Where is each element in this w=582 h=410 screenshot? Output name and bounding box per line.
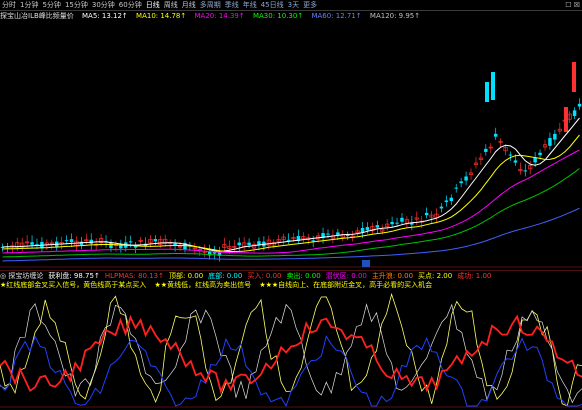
candle-body bbox=[553, 133, 557, 140]
sub-value-1: HLPMAS: 80.13↑ bbox=[104, 272, 164, 280]
candlestick-chart[interactable] bbox=[0, 22, 582, 268]
main-chart-header: 探宝山冶ILB峰比频量价 MA5: 13.12↑ MA10: 14.78↑ MA… bbox=[0, 11, 582, 21]
window-icons[interactable]: ☐ ☒ bbox=[565, 0, 580, 10]
candle-body bbox=[365, 227, 370, 231]
tab-9[interactable]: 多周期 bbox=[198, 0, 223, 10]
candle-body bbox=[538, 152, 542, 156]
legend-line-3: ★★★自线向上、在底部附近金叉，高手必看的买入机会 bbox=[259, 281, 433, 289]
candle-body bbox=[439, 206, 444, 209]
candle-body bbox=[508, 154, 513, 156]
ma10-line bbox=[2, 134, 580, 252]
candle-body bbox=[513, 160, 518, 163]
ma20-value: MA20: 14.39↑ bbox=[194, 12, 245, 20]
ma30-value: MA30: 10.30↑ bbox=[252, 12, 304, 20]
sub-value-2: 顶部: 0.00 bbox=[169, 272, 204, 280]
candle-body bbox=[64, 240, 69, 242]
candle-body bbox=[577, 103, 582, 107]
candle-body bbox=[395, 222, 399, 224]
sub-value-0: 获利盘: 98.75↑ bbox=[48, 272, 100, 280]
candle-body bbox=[311, 240, 315, 242]
candle-body bbox=[69, 239, 74, 243]
sub-value-9: 成功: 1.00 bbox=[457, 272, 492, 280]
indicator-title: 探宝山冶ILB峰比频量价 bbox=[0, 12, 74, 20]
candle-body bbox=[336, 232, 340, 235]
candle-body bbox=[523, 170, 528, 172]
candle-body bbox=[484, 148, 488, 152]
candle-body bbox=[247, 242, 251, 246]
candlestick-svg bbox=[0, 62, 582, 268]
candle-body bbox=[390, 221, 394, 225]
ma120-value: MA120: 9.95↑ bbox=[369, 12, 421, 20]
tab-10[interactable]: 季线 bbox=[223, 0, 241, 10]
sub-value-6: 潜伏区: 0.00 bbox=[325, 272, 367, 280]
candle-body bbox=[286, 239, 291, 241]
tab-8[interactable]: 月线 bbox=[180, 0, 198, 10]
candle-body bbox=[128, 241, 133, 243]
ma60-value: MA60: 12.71↑ bbox=[311, 12, 362, 20]
tab-5[interactable]: 60分钟 bbox=[117, 0, 144, 10]
tab-4[interactable]: 30分钟 bbox=[90, 0, 117, 10]
tab-2[interactable]: 5分钟 bbox=[40, 0, 62, 10]
tab-7[interactable]: 周线 bbox=[162, 0, 180, 10]
candle-body bbox=[444, 200, 449, 203]
candle-body bbox=[449, 197, 454, 202]
candle-body bbox=[360, 227, 365, 233]
candle-body bbox=[548, 138, 552, 146]
candle-body bbox=[237, 242, 241, 246]
candle-body bbox=[326, 233, 330, 235]
candle-body bbox=[459, 181, 463, 184]
candle-body bbox=[109, 242, 113, 248]
tab-14[interactable]: 更多 bbox=[301, 0, 319, 10]
cursor-marker bbox=[362, 260, 370, 267]
tab-12[interactable]: 45日线 bbox=[259, 0, 286, 10]
period-tab-bar: 分时 1分钟 5分钟 15分钟 30分钟 60分钟 日线 周线 月线 多周期 季线 年线 45日线 3天更… bbox=[0, 0, 582, 11]
tab-6[interactable]: 日线 bbox=[144, 0, 162, 10]
tab-11[interactable]: 年线 bbox=[241, 0, 259, 10]
tab-3[interactable]: 15分钟 bbox=[63, 0, 90, 10]
candle-body bbox=[464, 176, 468, 181]
candle-body bbox=[30, 242, 34, 245]
legend-line-2: ★★黄线低，红线高为卖出信号 bbox=[154, 281, 252, 289]
candle-body bbox=[572, 62, 576, 92]
ma20-line bbox=[2, 149, 580, 254]
sub-value-5: 卖出: 0.00 bbox=[286, 272, 321, 280]
ma30-line bbox=[2, 168, 580, 258]
tab-1[interactable]: 1分钟 bbox=[18, 0, 40, 10]
candle-body bbox=[491, 72, 495, 100]
candle-body bbox=[454, 187, 458, 189]
candle-body bbox=[485, 82, 489, 102]
candle-body bbox=[572, 110, 577, 116]
tab-13[interactable]: 3天 bbox=[286, 0, 301, 10]
sub-indicator-title: ◎ 探宝坊缠论 bbox=[0, 272, 44, 280]
legend-line-1: ★红线底部金叉买入信号，黄色线高于某点买入 bbox=[0, 281, 147, 289]
candle-body bbox=[400, 217, 404, 222]
candle-body bbox=[424, 212, 429, 216]
signal-legend: ★红线底部金叉买入信号，黄色线高于某点买入 ★★黄线低，红线高为卖出信号 ★★★… bbox=[0, 280, 582, 290]
sub-value-4: 买入: 0.00 bbox=[247, 272, 282, 280]
oscillator-white-line bbox=[0, 303, 582, 404]
tab-0[interactable]: 分时 bbox=[0, 0, 18, 10]
candle-body bbox=[493, 133, 498, 137]
sub-value-3: 底部: 0.00 bbox=[208, 272, 243, 280]
candle-body bbox=[564, 107, 568, 132]
sub-value-8: 买点: 2.00 bbox=[418, 272, 453, 280]
ma10-value: MA10: 14.78↑ bbox=[136, 12, 187, 20]
sub-value-7: 主升浪: 0.00 bbox=[371, 272, 414, 280]
candle-body bbox=[375, 225, 380, 228]
oscillator-chart[interactable] bbox=[0, 290, 582, 408]
oscillator-svg bbox=[0, 292, 582, 408]
ma5-value: MA5: 13.12↑ bbox=[82, 12, 128, 20]
candle-body bbox=[153, 238, 158, 242]
ma5-line bbox=[2, 117, 580, 252]
candle-body bbox=[345, 234, 350, 236]
